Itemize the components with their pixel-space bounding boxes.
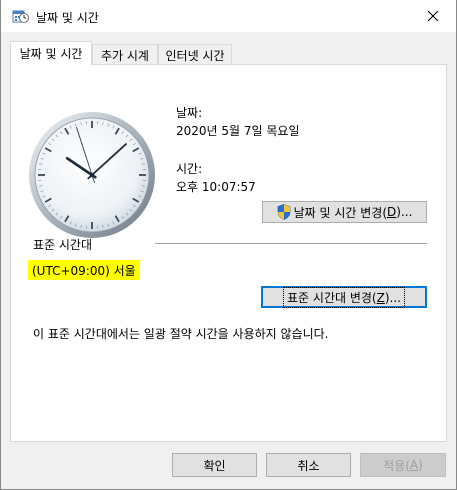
uac-shield-icon [277,204,290,220]
timezone-value: (UTC+09:00) 서울 [28,260,140,280]
window-title: 날짜 및 시간 [36,11,99,25]
time-label: 시간: [176,162,203,176]
date-label: 날짜: [176,106,203,120]
tab-additional-clocks[interactable]: 추가 시계 [92,44,158,65]
close-icon [427,10,439,22]
change-timezone-button[interactable]: 표준 시간대 변경(Z)... [261,286,427,308]
clock-center [89,172,95,178]
change-date-time-suffix: )... [396,205,413,219]
apply-suffix: ) [418,458,423,472]
timezone-value-text: (UTC+09:00) 서울 [32,263,136,278]
cancel-label: 취소 [297,458,320,473]
change-date-time-button[interactable]: 날짜 및 시간 변경(D)... [262,201,427,223]
time-value: 오후 10:07:57 [176,180,256,194]
analog-clock [29,112,155,238]
close-button[interactable] [410,0,456,32]
change-date-time-label: 날짜 및 시간 변경( [293,205,388,220]
section-divider [155,243,427,244]
dst-note: 이 표준 시간대에서는 일광 절약 시간을 사용하지 않습니다. [33,327,329,341]
date-value: 2020년 5월 7일 목요일 [176,124,300,138]
change-timezone-suffix: )... [384,290,401,305]
apply-accel: A [409,458,419,472]
tab-date-time[interactable]: 날짜 및 시간 [10,41,92,65]
tab-label: 인터넷 시간 [165,48,225,63]
ok-label: 확인 [203,458,226,473]
apply-button[interactable]: 적용(A) [360,453,446,477]
tab-internet-time[interactable]: 인터넷 시간 [158,44,232,65]
cancel-button[interactable]: 취소 [266,453,351,477]
change-timezone-label-wrap: 표준 시간대 변경(Z)... [283,286,405,308]
title-bar: 날짜 및 시간 [1,0,456,32]
tab-label: 날짜 및 시간 [19,47,83,61]
tab-label: 추가 시계 [101,48,149,63]
change-date-time-accel: D [387,205,397,219]
date-time-icon [12,10,29,23]
change-timezone-accel: Z [376,290,385,305]
timezone-heading: 표준 시간대 [33,238,93,252]
ok-button[interactable]: 확인 [172,453,257,477]
apply-label: 적용( [383,458,410,473]
change-timezone-label: 표준 시간대 변경( [287,290,377,305]
